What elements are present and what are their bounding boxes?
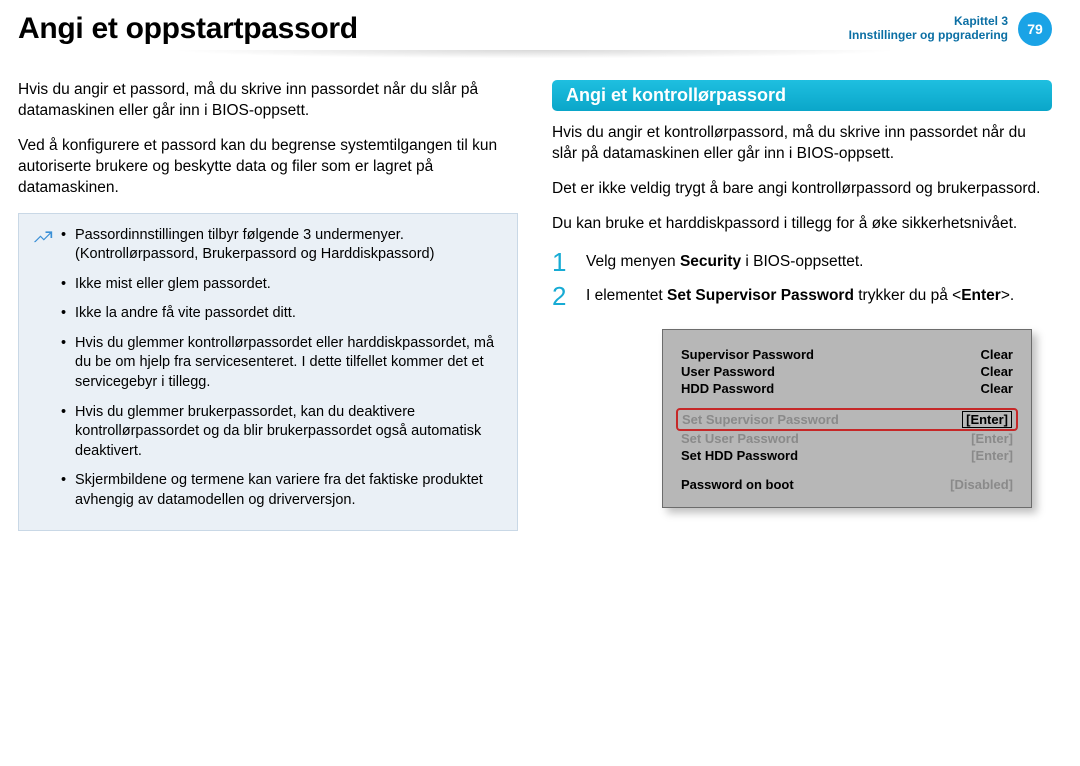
bios-label: HDD Password (681, 381, 774, 396)
bios-enter-box: [Enter] (962, 411, 1012, 428)
header-meta: Kapittel 3 Innstillinger og ppgradering … (849, 12, 1052, 46)
step-text: I elementet Set Supervisor Password tryk… (586, 283, 1014, 307)
bios-status-row: HDD Password Clear (681, 380, 1013, 397)
right-paragraph-2: Det er ikke veldig trygt å bare angi kon… (552, 179, 1052, 200)
page-number-badge: 79 (1018, 12, 1052, 46)
bios-label: Set HDD Password (681, 448, 798, 463)
note-item: Hvis du glemmer brukerpassordet, kan du … (61, 403, 503, 462)
note-item: Hvis du glemmer kontrollørpassordet elle… (61, 334, 503, 393)
step-2-enter: Enter (961, 287, 1001, 304)
note-item: Passordinnstillingen tilbyr følgende 3 u… (61, 226, 503, 265)
chapter-label: Kapittel 3 Innstillinger og ppgradering (849, 15, 1008, 43)
step-2-post: >. (1001, 287, 1014, 304)
step-2: 2 I elementet Set Supervisor Password tr… (552, 283, 1052, 309)
bios-label: User Password (681, 364, 775, 379)
right-paragraph-3: Du kan bruke et harddiskpassord i tilleg… (552, 214, 1052, 235)
section-heading: Angi et kontrollørpassord (552, 80, 1052, 111)
bios-value: Clear (980, 347, 1013, 362)
chapter-line-1: Kapittel 3 (849, 15, 1008, 29)
note-row: Passordinnstillingen tilbyr følgende 3 u… (33, 226, 503, 521)
bios-highlighted-row: Set Supervisor Password [Enter] (676, 408, 1018, 431)
step-1: 1 Velg menyen Security i BIOS-oppsettet. (552, 249, 1052, 275)
page-header: Angi et oppstartpassord Kapittel 3 Innst… (18, 12, 1052, 46)
bios-label: Password on boot (681, 477, 794, 492)
bios-status-row: User Password Clear (681, 363, 1013, 380)
bios-value: [Disabled] (950, 477, 1013, 492)
bios-value: Clear (980, 364, 1013, 379)
note-box: Passordinnstillingen tilbyr følgende 3 u… (18, 213, 518, 532)
intro-paragraph-1: Hvis du angir et passord, må du skrive i… (18, 80, 518, 122)
page-title: Angi et oppstartpassord (18, 12, 358, 46)
left-column: Hvis du angir et passord, må du skrive i… (18, 80, 518, 531)
bios-label: Set User Password (681, 431, 799, 446)
header-divider (18, 50, 1052, 62)
step-1-post: i BIOS-oppsettet. (741, 253, 863, 270)
right-column: Angi et kontrollørpassord Hvis du angir … (552, 80, 1052, 531)
bios-set-row: Set User Password [Enter] (681, 430, 1013, 447)
page-container: Angi et oppstartpassord Kapittel 3 Innst… (0, 0, 1080, 766)
bios-panel: Supervisor Password Clear User Password … (662, 329, 1032, 508)
step-number: 1 (552, 249, 574, 275)
step-text: Velg menyen Security i BIOS-oppsettet. (586, 249, 863, 273)
bios-status-row: Supervisor Password Clear (681, 346, 1013, 363)
bios-label: Set Supervisor Password (682, 412, 839, 427)
note-item: Skjermbildene og termene kan variere fra… (61, 471, 503, 510)
note-list: Passordinnstillingen tilbyr følgende 3 u… (61, 226, 503, 521)
bios-value: Clear (980, 381, 1013, 396)
note-item: Ikke la andre få vite passordet ditt. (61, 304, 503, 324)
bios-set-row: Set HDD Password [Enter] (681, 447, 1013, 464)
intro-paragraph-2: Ved å konfigurere et passord kan du begr… (18, 136, 518, 199)
bios-value: [Enter] (971, 448, 1013, 463)
bios-value: [Enter] (971, 431, 1013, 446)
step-2-mid: trykker du på < (854, 287, 961, 304)
note-icon (33, 226, 53, 521)
right-paragraph-1: Hvis du angir et kontrollørpassord, må d… (552, 123, 1052, 165)
content-columns: Hvis du angir et passord, må du skrive i… (18, 80, 1052, 531)
steps-list: 1 Velg menyen Security i BIOS-oppsettet.… (552, 249, 1052, 309)
bios-boot-row: Password on boot [Disabled] (681, 476, 1013, 493)
bios-label: Supervisor Password (681, 347, 814, 362)
step-2-pre: I elementet (586, 287, 667, 304)
step-number: 2 (552, 283, 574, 309)
step-1-bold: Security (680, 253, 741, 270)
bios-separator (681, 397, 1013, 409)
bios-separator (681, 464, 1013, 476)
note-item: Ikke mist eller glem passordet. (61, 275, 503, 295)
chapter-line-2: Innstillinger og ppgradering (849, 29, 1008, 43)
step-2-bold: Set Supervisor Password (667, 287, 854, 304)
step-1-pre: Velg menyen (586, 253, 680, 270)
